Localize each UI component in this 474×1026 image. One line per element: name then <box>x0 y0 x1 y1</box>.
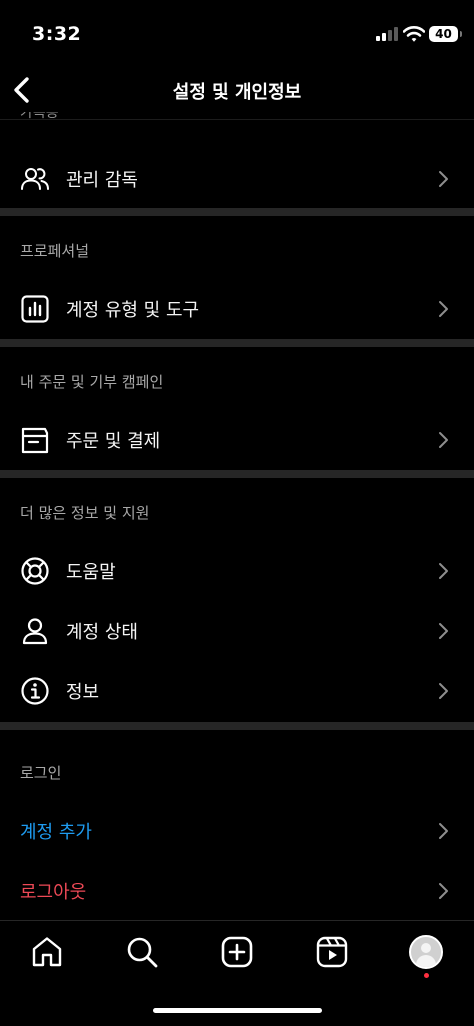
search-icon[interactable] <box>125 935 159 969</box>
about-row[interactable]: 정보 <box>0 662 474 718</box>
cutoff-section-label: 가족용 <box>20 112 59 121</box>
avatar-body <box>416 955 436 967</box>
home-icon[interactable] <box>30 935 64 969</box>
people-icon <box>21 168 49 190</box>
account-type-tools-row[interactable]: 계정 유형 및 도구 <box>0 280 474 336</box>
profile-avatar[interactable] <box>409 935 443 969</box>
create-icon[interactable] <box>220 935 254 969</box>
status-time: 3:32 <box>32 23 82 45</box>
row-label: 계정 유형 및 도구 <box>66 300 200 321</box>
chevron-right-icon <box>439 683 448 699</box>
home-indicator <box>153 1008 322 1013</box>
status-bar: 3:32 40 <box>0 0 474 60</box>
chevron-right-icon <box>439 823 448 839</box>
person-icon <box>22 618 48 645</box>
supervision-row[interactable]: 관리 감독 <box>0 150 474 206</box>
section-divider <box>0 722 474 730</box>
row-label: 계정 상태 <box>66 622 138 643</box>
section-label-professional: 프로페셔널 <box>20 242 90 260</box>
section-label-support: 더 많은 정보 및 지원 <box>20 504 150 522</box>
row-label: 정보 <box>66 682 100 703</box>
help-row[interactable]: 도움말 <box>0 542 474 598</box>
wifi-icon <box>403 26 425 42</box>
nav-header: 설정 및 개인정보 <box>0 62 474 120</box>
notification-dot <box>424 973 429 978</box>
section-divider <box>0 470 474 478</box>
row-label: 주문 및 결제 <box>66 431 161 452</box>
info-icon <box>21 677 49 705</box>
chevron-right-icon <box>439 563 448 579</box>
add-account-row[interactable]: 계정 추가 <box>0 802 474 858</box>
battery-indicator: 40 <box>429 26 462 42</box>
add-account-button[interactable]: 계정 추가 <box>20 818 92 844</box>
reels-icon[interactable] <box>315 935 349 969</box>
row-label: 관리 감독 <box>66 170 138 191</box>
section-label-orders: 내 주문 및 기부 캠페인 <box>20 373 164 391</box>
orders-payments-row[interactable]: 주문 및 결제 <box>0 411 474 467</box>
section-divider <box>0 208 474 216</box>
cellular-signal-icon <box>376 27 398 41</box>
chevron-right-icon <box>439 432 448 448</box>
chevron-right-icon <box>439 883 448 899</box>
account-status-row[interactable]: 계정 상태 <box>0 602 474 658</box>
bar-chart-icon <box>21 295 49 323</box>
chevron-right-icon <box>439 171 448 187</box>
section-label-login: 로그인 <box>20 764 62 782</box>
logout-row[interactable]: 로그아웃 <box>0 862 474 918</box>
chevron-right-icon <box>439 301 448 317</box>
avatar-head <box>421 943 431 953</box>
chevron-right-icon <box>439 623 448 639</box>
logout-button[interactable]: 로그아웃 <box>20 878 86 904</box>
page-title: 설정 및 개인정보 <box>172 82 302 103</box>
lifebuoy-icon <box>21 557 49 585</box>
section-divider <box>0 339 474 347</box>
row-label: 도움말 <box>66 562 116 583</box>
order-box-icon <box>21 427 49 454</box>
